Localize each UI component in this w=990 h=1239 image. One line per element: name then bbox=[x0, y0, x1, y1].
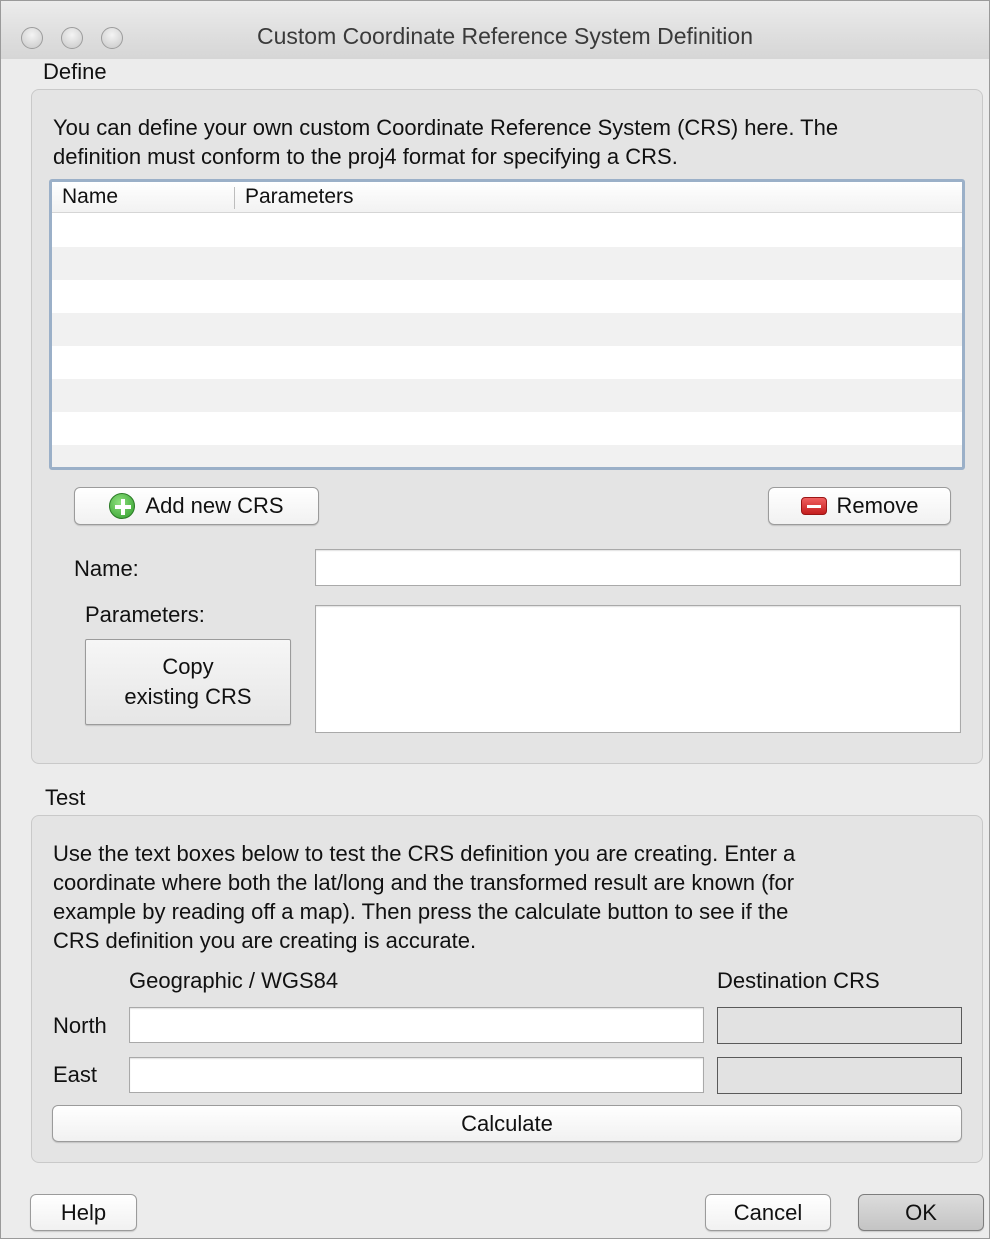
table-row[interactable] bbox=[52, 445, 962, 467]
crs-table[interactable]: Name Parameters bbox=[49, 179, 965, 470]
geographic-wgs84-header: Geographic / WGS84 bbox=[129, 968, 339, 993]
window-title: Custom Coordinate Reference System Defin… bbox=[256, 23, 753, 49]
east-destination-output bbox=[717, 1057, 962, 1094]
parameters-textarea[interactable] bbox=[315, 605, 961, 733]
east-label: East bbox=[53, 1062, 98, 1087]
help-button[interactable]: Help bbox=[30, 1194, 137, 1231]
minus-icon bbox=[800, 497, 827, 515]
parameters-label: Parameters: bbox=[85, 602, 205, 627]
north-input[interactable] bbox=[129, 1007, 704, 1043]
define-description-line1: You can define your own custom Coordinat… bbox=[53, 115, 839, 140]
name-input[interactable] bbox=[315, 549, 961, 586]
add-new-crs-button[interactable]: Add new CRS bbox=[74, 487, 319, 525]
copy-button-line2: existing CRS bbox=[124, 684, 252, 709]
remove-crs-label: Remove bbox=[836, 493, 919, 518]
cancel-button[interactable]: Cancel bbox=[705, 1194, 831, 1231]
column-separator bbox=[234, 187, 235, 209]
plus-circle-icon bbox=[109, 493, 136, 519]
north-destination-output bbox=[717, 1007, 962, 1044]
crs-definition-window: Custom Coordinate Reference System Defin… bbox=[0, 0, 990, 1239]
test-description-line1: Use the text boxes below to test the CRS… bbox=[53, 841, 796, 866]
ok-button[interactable]: OK bbox=[858, 1194, 984, 1231]
calculate-button[interactable]: Calculate bbox=[52, 1105, 962, 1142]
define-description-line2: definition must conform to the proj4 for… bbox=[53, 144, 678, 169]
remove-crs-button[interactable]: Remove bbox=[768, 487, 951, 525]
test-section-label: Test bbox=[45, 785, 86, 810]
add-new-crs-label: Add new CRS bbox=[145, 493, 284, 518]
column-header-parameters[interactable]: Parameters bbox=[245, 185, 354, 209]
east-input[interactable] bbox=[129, 1057, 704, 1093]
copy-button-line1: Copy bbox=[162, 654, 214, 679]
table-row[interactable] bbox=[52, 313, 962, 346]
test-description-line3: example by reading off a map). Then pres… bbox=[53, 899, 789, 924]
table-row[interactable] bbox=[52, 379, 962, 412]
title-bar[interactable]: Custom Coordinate Reference System Defin… bbox=[1, 1, 989, 59]
north-label: North bbox=[53, 1013, 107, 1038]
name-label: Name: bbox=[74, 556, 139, 581]
table-row[interactable] bbox=[52, 247, 962, 280]
column-header-name[interactable]: Name bbox=[62, 185, 118, 209]
copy-existing-crs-button[interactable]: Copy existing CRS bbox=[85, 639, 291, 725]
test-description-line4: CRS definition you are creating is accur… bbox=[53, 928, 477, 953]
crs-table-header: Name Parameters bbox=[52, 182, 962, 213]
destination-crs-header: Destination CRS bbox=[717, 968, 880, 993]
define-section-label: Define bbox=[43, 59, 107, 84]
test-description-line2: coordinate where both the lat/long and t… bbox=[53, 870, 795, 895]
